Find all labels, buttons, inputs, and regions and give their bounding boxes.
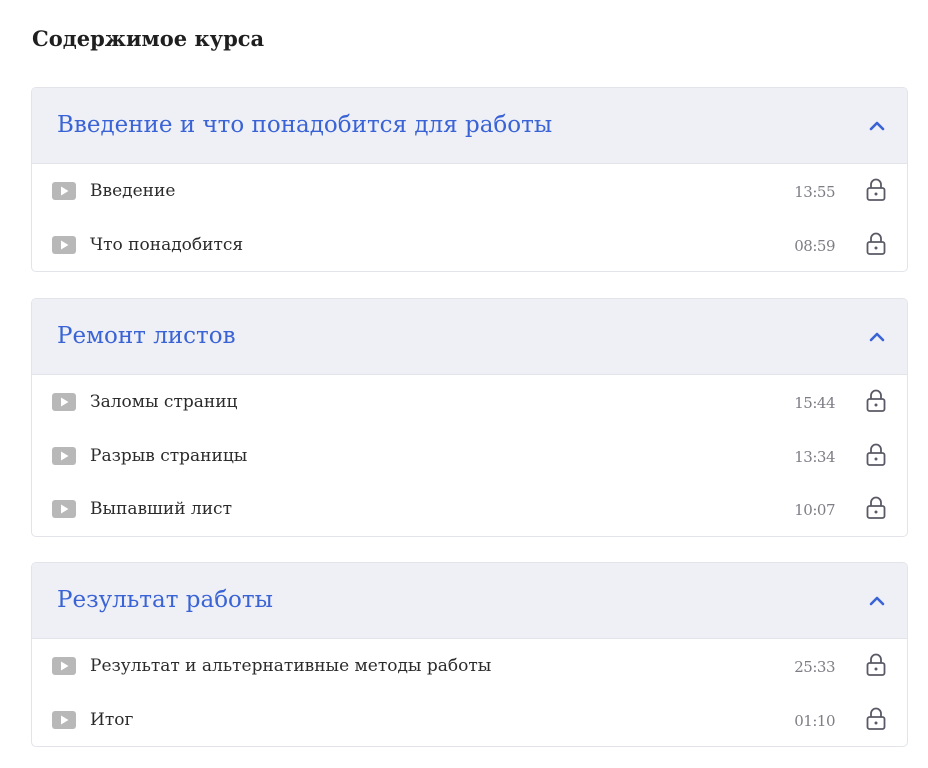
lock-icon xyxy=(866,653,886,676)
lesson-duration: 25:33 xyxy=(794,658,835,676)
lesson-duration: 08:59 xyxy=(794,236,835,255)
lesson-title: Выпавший лист xyxy=(90,499,232,519)
lock-icon xyxy=(866,178,886,201)
lesson-title: Что понадобится xyxy=(90,234,244,255)
lesson-row[interactable]: Разрыв страницы 13:34 xyxy=(32,429,907,483)
section-title: Результат работы xyxy=(57,587,273,613)
section-header[interactable]: Ремонт листов xyxy=(32,299,907,375)
course-section: Результат работы Результат и альтернатив… xyxy=(31,562,908,747)
lesson-row[interactable]: Выпавший лист 10:07 xyxy=(32,482,907,536)
lesson-duration: 01:10 xyxy=(794,711,835,730)
section-header[interactable]: Результат работы xyxy=(32,563,907,639)
lesson-title: Введение xyxy=(90,181,176,201)
lesson-title: Разрыв страницы xyxy=(90,445,248,466)
section-header[interactable]: Введение и что понадобится для работы xyxy=(32,88,907,164)
lock-icon xyxy=(866,496,886,519)
chevron-up-icon[interactable] xyxy=(867,116,887,136)
section-title: Ремонт листов xyxy=(57,323,236,349)
lesson-row[interactable]: Введение 13:55 xyxy=(32,164,907,218)
chevron-up-icon[interactable] xyxy=(867,327,887,347)
lesson-title: Заломы страниц xyxy=(90,392,238,412)
play-icon xyxy=(52,393,76,411)
play-icon xyxy=(52,446,76,465)
lock-icon xyxy=(866,707,886,730)
chevron-up-icon[interactable] xyxy=(867,591,887,611)
lesson-row[interactable]: Заломы страниц 15:44 xyxy=(32,375,907,429)
lesson-duration: 13:55 xyxy=(794,183,835,201)
lesson-row[interactable]: Результат и альтернативные методы работы… xyxy=(32,639,907,693)
lesson-row[interactable]: Что понадобится 08:59 xyxy=(32,218,907,272)
page-title: Содержимое курса xyxy=(32,26,265,51)
course-section: Ремонт листов Заломы страниц 15:44 Разры… xyxy=(31,298,908,537)
lock-icon xyxy=(866,232,886,255)
play-icon xyxy=(52,500,76,518)
lesson-duration: 15:44 xyxy=(794,394,835,412)
lock-icon xyxy=(866,389,886,412)
play-icon xyxy=(52,182,76,200)
lesson-duration: 13:34 xyxy=(794,447,835,466)
play-icon xyxy=(52,710,76,729)
lesson-duration: 10:07 xyxy=(794,501,835,519)
lesson-title: Результат и альтернативные методы работы xyxy=(90,656,492,676)
lesson-title: Итог xyxy=(90,709,134,730)
lock-icon xyxy=(866,443,886,466)
lesson-row[interactable]: Итог 01:10 xyxy=(32,693,907,747)
course-section: Введение и что понадобится для работы Вв… xyxy=(31,87,908,272)
play-icon xyxy=(52,235,76,254)
play-icon xyxy=(52,657,76,675)
section-title: Введение и что понадобится для работы xyxy=(57,112,553,138)
